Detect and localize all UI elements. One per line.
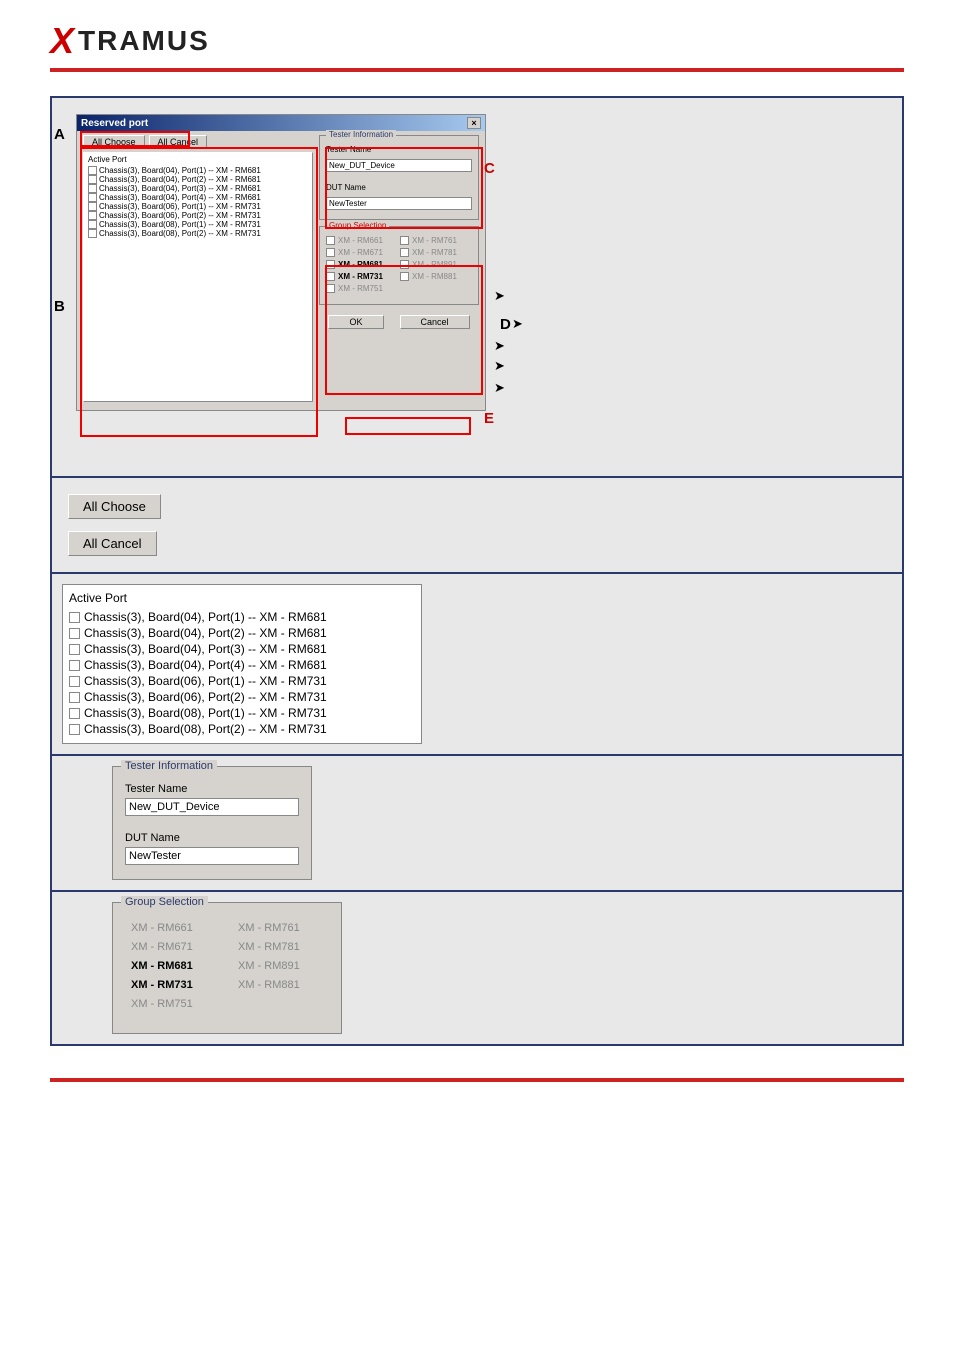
arrow-icon: ➤ (494, 288, 505, 304)
port-row: Chassis(3), Board(04), Port(2) -- XM - R… (69, 625, 415, 641)
active-port-box: Active Port Chassis(3), Board(04), Port(… (62, 584, 422, 744)
gs-item: XM - RM781 (234, 941, 327, 953)
checkbox-icon[interactable] (400, 248, 409, 257)
gs-item: XM - RM881 (234, 979, 327, 991)
gs-item: XM - RM681 (127, 960, 220, 972)
port-row: Chassis(3), Board(04), Port(1) -- XM - R… (69, 609, 415, 625)
checkbox-icon[interactable] (69, 724, 80, 735)
header-rule (50, 68, 904, 72)
callout-b: B (54, 298, 65, 315)
checkbox-icon[interactable] (69, 660, 80, 671)
port-row: Chassis(3), Board(06), Port(1) -- XM - R… (69, 673, 415, 689)
arrow-icon: ➤ (494, 338, 505, 354)
close-icon[interactable]: × (467, 117, 481, 129)
dialog-title: Reserved port (81, 118, 148, 129)
checkbox-icon[interactable] (69, 692, 80, 703)
gs-item: XM - RM761 (400, 236, 466, 245)
tester-info-legend: Tester Information (121, 760, 217, 772)
gs-item: XM - RM661 (127, 922, 220, 934)
port-row: Chassis(3), Board(08), Port(1) -- XM - R… (69, 705, 415, 721)
tester-name-label: Tester Name (125, 783, 299, 795)
callout-c: C (484, 160, 495, 177)
highlight-d (325, 265, 483, 395)
dut-name-input[interactable] (125, 847, 299, 865)
gs-item: XM - RM761 (234, 922, 327, 934)
highlight-c (325, 147, 483, 229)
arrow-icon: ➤ (512, 316, 523, 332)
logo-x: X (50, 20, 76, 62)
tester-info-group: Tester Information Tester Name DUT Name (112, 766, 312, 880)
tester-info-legend-sm: Tester Information (326, 130, 396, 139)
gs-item: XM - RM781 (400, 248, 466, 257)
callout-a: A (54, 126, 65, 143)
port-row: Chassis(3), Board(08), Port(2) -- XM - R… (69, 721, 415, 737)
port-row: Chassis(3), Board(06), Port(2) -- XM - R… (69, 689, 415, 705)
checkbox-icon[interactable] (69, 708, 80, 719)
checkbox-icon[interactable] (69, 676, 80, 687)
checkbox-icon[interactable] (326, 236, 335, 245)
layout-table: A B Reserved port × All Choose All Cance… (50, 96, 904, 1046)
checkbox-icon[interactable] (69, 612, 80, 623)
arrow-icon: ➤ (494, 380, 505, 396)
dialog-titlebar: Reserved port × (77, 115, 485, 131)
gs-item: XM - RM751 (127, 998, 223, 1010)
gs-item: XM - RM671 (127, 941, 220, 953)
checkbox-icon[interactable] (326, 248, 335, 257)
highlight-e (345, 417, 471, 435)
group-selection-legend: Group Selection (121, 896, 208, 908)
checkbox-icon[interactable] (69, 628, 80, 639)
highlight-b (80, 147, 318, 437)
port-row: Chassis(3), Board(04), Port(4) -- XM - R… (69, 657, 415, 673)
highlight-a (80, 131, 190, 147)
logo-text: TRAMUS (78, 25, 210, 57)
tester-name-input[interactable] (125, 798, 299, 816)
gs-item: XM - RM891 (234, 960, 327, 972)
port-row: Chassis(3), Board(04), Port(3) -- XM - R… (69, 641, 415, 657)
logo: XTRAMUS (50, 20, 904, 62)
callout-e: E (484, 410, 494, 427)
checkbox-icon[interactable] (400, 236, 409, 245)
group-selection-group: Group Selection XM - RM661XM - RM761 XM … (112, 902, 342, 1034)
all-choose-button[interactable]: All Choose (68, 494, 161, 519)
gs-item: XM - RM671 (326, 248, 392, 257)
checkbox-icon[interactable] (69, 644, 80, 655)
callout-d: D (500, 316, 511, 333)
arrow-icon: ➤ (494, 358, 505, 374)
gs-item: XM - RM731 (127, 979, 220, 991)
gs-item: XM - RM661 (326, 236, 392, 245)
dut-name-label: DUT Name (125, 832, 299, 844)
reserved-port-dialog: Reserved port × All Choose All Cancel Ac… (76, 114, 486, 411)
footer-rule (50, 1078, 904, 1082)
all-cancel-button[interactable]: All Cancel (68, 531, 157, 556)
active-port-label: Active Port (69, 591, 415, 605)
